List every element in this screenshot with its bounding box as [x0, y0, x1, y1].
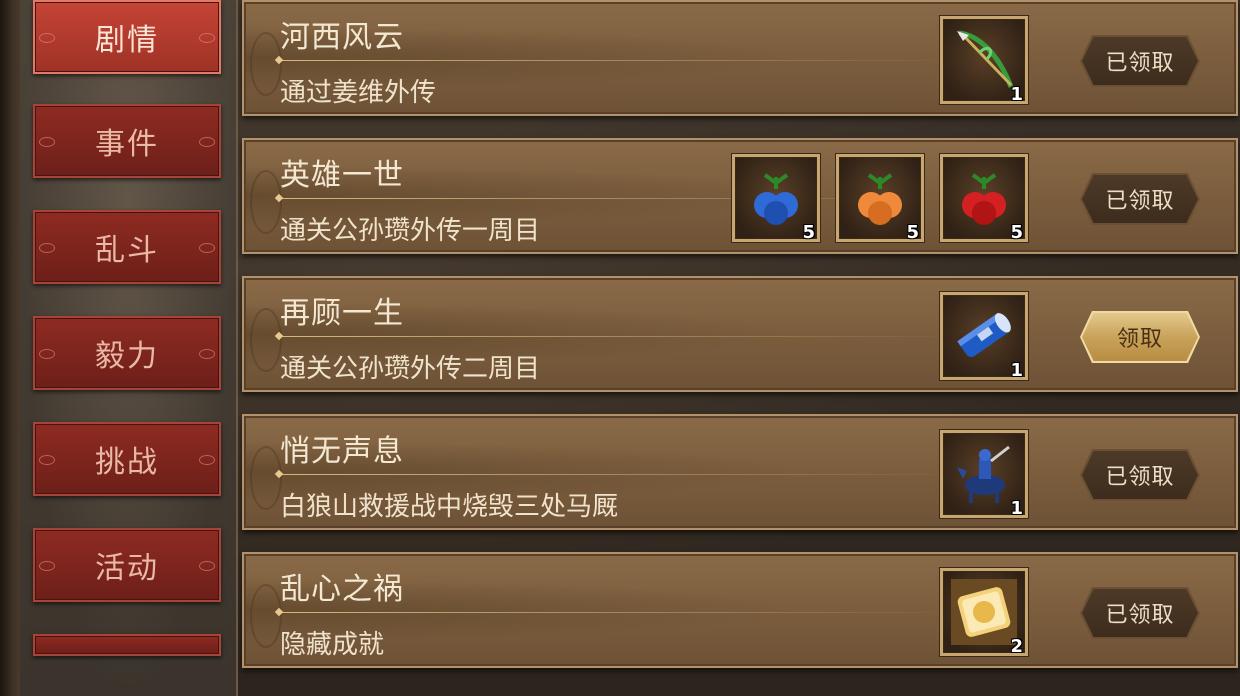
ornament-icon [39, 349, 55, 359]
claim-button[interactable]: 领取 [1080, 311, 1200, 363]
decor-swirl [250, 170, 282, 234]
tab-events[interactable]: 事件 [33, 104, 221, 178]
left-edge-frame [0, 0, 20, 696]
achievement-desc: 隐藏成就 [280, 630, 385, 660]
reward-count: 5 [802, 222, 815, 243]
claimed-button[interactable]: 已领取 [1080, 173, 1200, 225]
button-label: 领取 [1116, 327, 1163, 352]
achievement-desc: 通关公孙瓒外传一周目 [280, 216, 541, 246]
divider [278, 612, 958, 613]
red-fruit-icon [962, 173, 1006, 225]
ornament-icon [39, 455, 55, 465]
ornament-icon [39, 33, 55, 43]
divider [278, 336, 958, 337]
orange-fruit-icon [858, 173, 902, 225]
achievement-title: 再顾一生 [280, 296, 404, 331]
reward-count: 5 [1010, 222, 1023, 243]
claimed-button[interactable]: 已领取 [1080, 587, 1200, 639]
tab-label: 挑战 [95, 445, 159, 480]
button-label: 已领取 [1105, 603, 1175, 628]
reward-count: 1 [1010, 498, 1023, 519]
reward-count: 5 [906, 222, 919, 243]
divider [278, 60, 958, 61]
reward-item[interactable]: 1 [940, 292, 1028, 381]
tab-label: 事件 [95, 127, 159, 162]
achievement-title: 悄无声息 [280, 434, 404, 469]
achievement-desc: 白狼山救援战中烧毁三处马厩 [280, 492, 619, 522]
tab-perseverance[interactable]: 毅力 [33, 316, 221, 390]
tab-label: 剧情 [95, 23, 159, 58]
achievement-desc: 通关公孙瓒外传二周目 [280, 354, 541, 384]
achievement-title: 乱心之祸 [280, 572, 404, 607]
reward-item[interactable]: 1 [940, 16, 1028, 105]
decor-swirl [250, 308, 282, 372]
tab-label: 活动 [95, 551, 159, 586]
achievement-desc: 通过姜维外传 [280, 78, 437, 108]
ornament-icon [39, 137, 55, 147]
reward-item[interactable]: 5 [836, 154, 924, 243]
ornament-icon [199, 33, 215, 43]
category-sidebar: 剧情 事件 乱斗 毅力 挑战 活动 [20, 0, 238, 696]
tab-label: 乱斗 [95, 233, 159, 268]
ornament-icon [39, 561, 55, 571]
achievement-row: 再顾一生 通关公孙瓒外传二周目 1 领取 [242, 276, 1238, 392]
achievement-title: 河西风云 [280, 20, 404, 55]
reward-count: 1 [1010, 360, 1023, 381]
reward-count: 1 [1010, 84, 1023, 105]
gold-token-icon [951, 579, 1017, 645]
ornament-icon [199, 349, 215, 359]
button-label: 已领取 [1105, 465, 1175, 490]
reward-item[interactable]: 5 [940, 154, 1028, 243]
achievement-screen: 剧情 事件 乱斗 毅力 挑战 活动 河西风云 通过姜维外传 1 已领取 英雄一世… [0, 0, 1240, 696]
blue-fruit-icon [754, 173, 798, 225]
tab-more[interactable] [33, 634, 221, 656]
ornament-icon [199, 561, 215, 571]
tab-label: 毅力 [95, 339, 159, 374]
tab-activity[interactable]: 活动 [33, 528, 221, 602]
claimed-button[interactable]: 已领取 [1080, 449, 1200, 501]
claimed-button[interactable]: 已领取 [1080, 35, 1200, 87]
ornament-icon [39, 243, 55, 253]
achievement-row: 乱心之祸 隐藏成就 2 已领取 [242, 552, 1238, 668]
reward-item[interactable]: 1 [940, 430, 1028, 519]
reward-item[interactable]: 2 [940, 568, 1028, 657]
divider [278, 474, 958, 475]
ornament-icon [199, 455, 215, 465]
achievement-row: 悄无声息 白狼山救援战中烧毁三处马厩 1 已领取 [242, 414, 1238, 530]
decor-swirl [250, 32, 282, 96]
achievement-title: 英雄一世 [280, 158, 404, 193]
spear-icon [957, 30, 1014, 88]
horseman-icon [957, 445, 1010, 503]
achievement-row: 河西风云 通过姜维外传 1 已领取 [242, 0, 1238, 116]
decor-swirl [250, 446, 282, 510]
reward-item[interactable]: 5 [732, 154, 820, 243]
decor-swirl [250, 584, 282, 648]
reward-count: 2 [1010, 636, 1023, 657]
button-label: 已领取 [1105, 51, 1175, 76]
tab-brawl[interactable]: 乱斗 [33, 210, 221, 284]
achievement-list: 河西风云 通过姜维外传 1 已领取 英雄一世 通关公孙瓒外传一周目 5 5 5 … [242, 0, 1240, 696]
tab-challenge[interactable]: 挑战 [33, 422, 221, 496]
achievement-row: 英雄一世 通关公孙瓒外传一周目 5 5 5 已领取 [242, 138, 1238, 254]
tab-story[interactable]: 剧情 [33, 0, 221, 74]
button-label: 已领取 [1105, 189, 1175, 214]
scroll-icon [957, 312, 1011, 357]
ornament-icon [199, 137, 215, 147]
ornament-icon [199, 243, 215, 253]
